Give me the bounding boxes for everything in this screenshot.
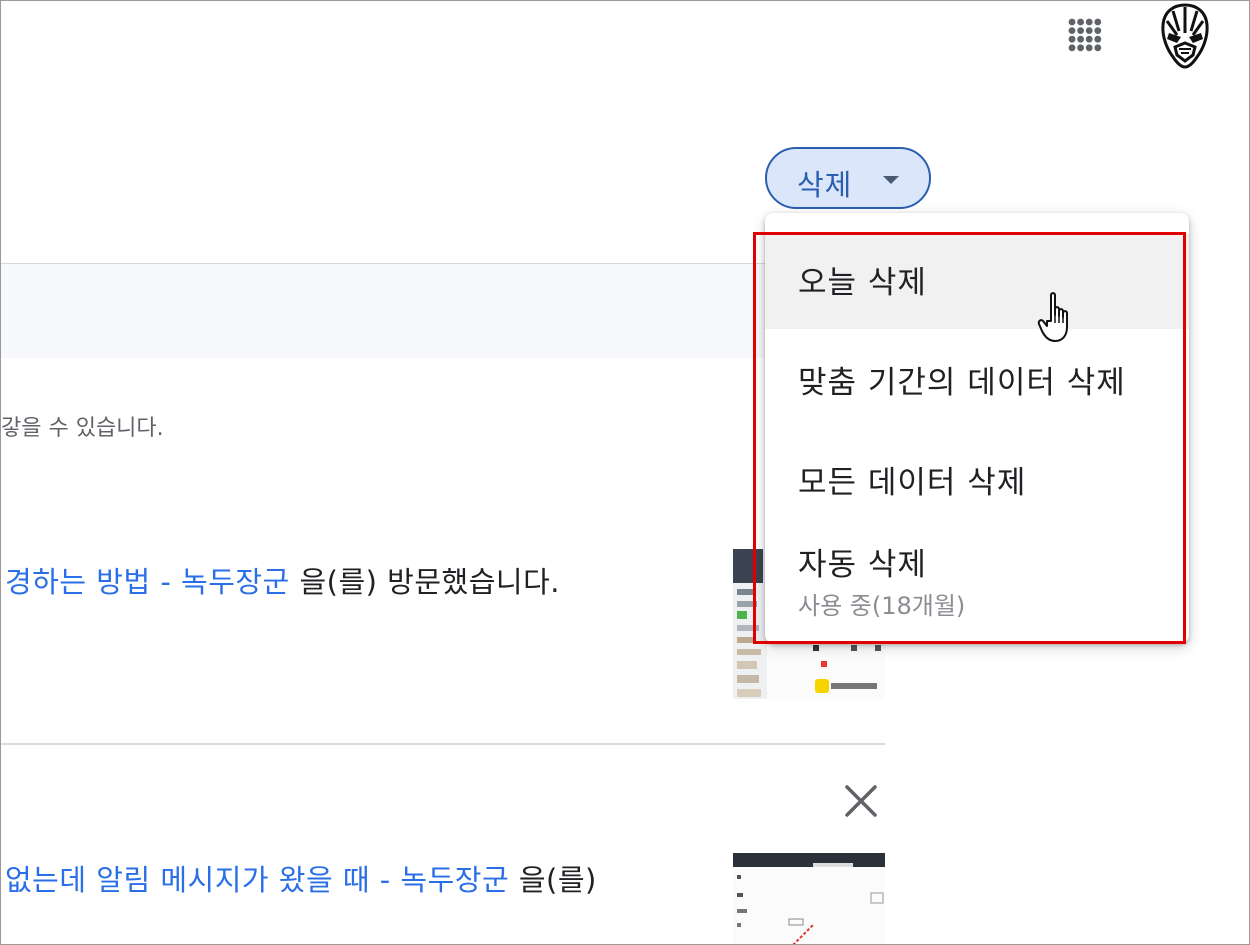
- hand-pointer-cursor-icon: [1037, 292, 1068, 342]
- menu-item-label: 모든 데이터 삭제: [798, 465, 1027, 501]
- activity-suffix-2: 을(를): [509, 863, 597, 897]
- menu-item-sublabel: 사용 중(18개월): [798, 592, 966, 620]
- section-header-band: [1, 263, 765, 358]
- activity-link-1[interactable]: 경하는 방법 - 녹두장군: [5, 565, 290, 599]
- activity-link-2[interactable]: 없는데 알림 메시지가 왔을 때 - 녹두장군: [5, 863, 509, 897]
- activity-item-2: 없는데 알림 메시지가 왔을 때 - 녹두장군 을(를): [5, 857, 597, 899]
- caret-down-icon: [883, 176, 899, 184]
- menu-item-delete-custom-range[interactable]: 맞춤 기간의 데이터 삭제: [765, 349, 1189, 419]
- delete-dropdown-button[interactable]: 삭제: [765, 147, 931, 209]
- menu-item-label: 자동 삭제: [798, 547, 927, 583]
- menu-item-delete-all[interactable]: 모든 데이터 삭제: [765, 449, 1189, 519]
- info-text: 갛을 수 있습니다.: [1, 416, 164, 441]
- menu-item-label: 맞춤 기간의 데이터 삭제: [798, 365, 1126, 401]
- delete-button-label: 삭제: [797, 168, 853, 202]
- avatar[interactable]: [1159, 3, 1211, 69]
- menu-item-label: 오늘 삭제: [798, 265, 927, 301]
- close-icon[interactable]: [843, 783, 879, 819]
- menu-item-delete-today[interactable]: 오늘 삭제: [765, 233, 1189, 329]
- apps-grid-icon[interactable]: [1067, 17, 1103, 53]
- page-frame: 삭제 갛을 수 있습니다. 경하는 방법 - 녹두장군 을(를) 방문했습니다.: [0, 0, 1250, 945]
- delete-dropdown-menu: 오늘 삭제 맞춤 기간의 데이터 삭제 모든 데이터 삭제 자동 삭제 사용 중…: [765, 213, 1189, 643]
- activity-item-1: 경하는 방법 - 녹두장군 을(를) 방문했습니다.: [5, 559, 560, 601]
- menu-item-auto-delete[interactable]: 자동 삭제 사용 중(18개월): [765, 535, 1189, 625]
- activity-suffix-1: 을(를) 방문했습니다.: [289, 565, 560, 599]
- page-thumbnail-2[interactable]: [733, 853, 885, 944]
- row-divider: [1, 743, 885, 745]
